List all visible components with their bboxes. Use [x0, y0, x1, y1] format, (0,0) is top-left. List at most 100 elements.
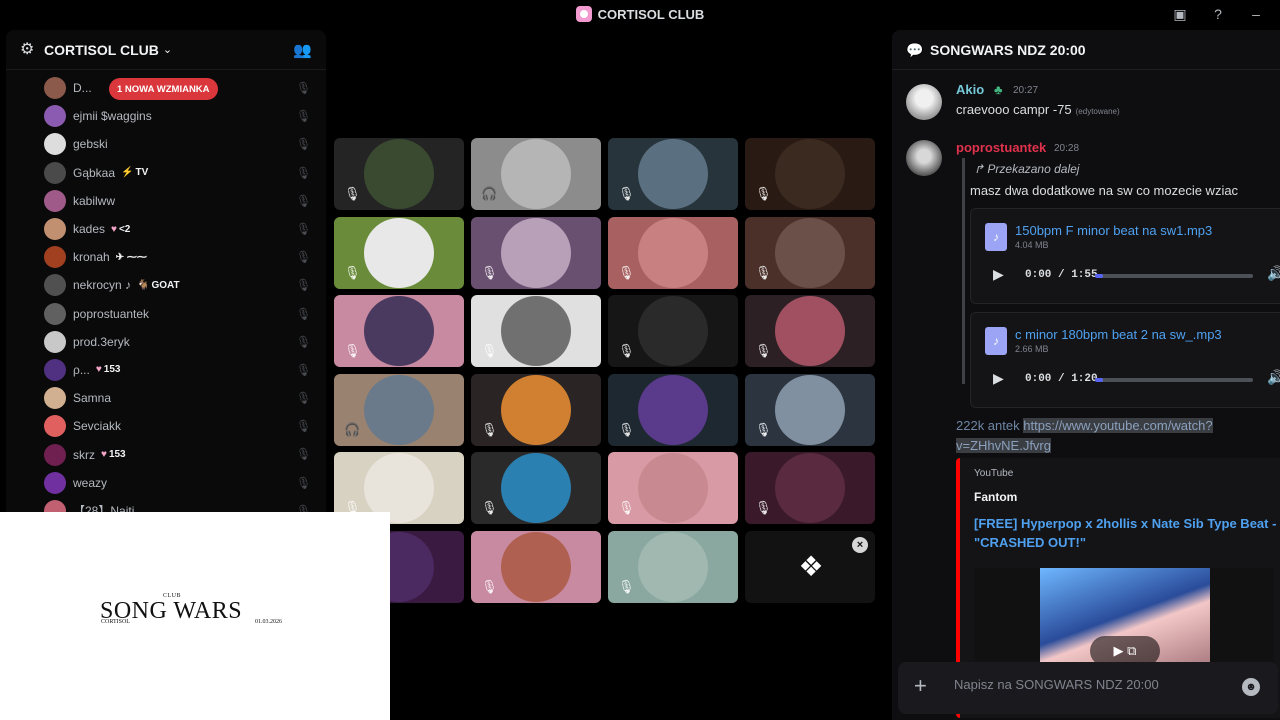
server-name[interactable]: CORTISOL CLUB — [44, 42, 159, 58]
audio-progress[interactable] — [1095, 378, 1253, 382]
help-icon[interactable]: ? — [1210, 6, 1226, 22]
channel-title: SONGWARS NDZ 20:00 — [930, 41, 1086, 58]
avatar[interactable] — [906, 140, 942, 176]
member-name[interactable]: prod.3eryk — [73, 335, 130, 349]
avatar[interactable] — [44, 246, 66, 269]
voice-member[interactable]: gebski 🎙 — [6, 130, 326, 158]
avatar[interactable] — [44, 77, 66, 100]
member-name[interactable]: Sevciakk — [73, 419, 121, 433]
volume-icon[interactable]: 🔊 — [1267, 369, 1280, 386]
gear-icon[interactable]: ⚙ — [20, 41, 36, 58]
audio-progress[interactable] — [1095, 274, 1253, 278]
participant-tile[interactable]: 🎧 — [471, 138, 601, 210]
message-input[interactable] — [954, 677, 1224, 692]
avatar[interactable] — [44, 105, 66, 128]
participant-tile[interactable]: 🎧 — [334, 373, 464, 446]
avatar[interactable] — [44, 415, 66, 438]
embed-title[interactable]: [FREE] Hyperpop x 2hollis x Nate Sib Typ… — [974, 514, 1280, 552]
member-name[interactable]: kronah — [73, 250, 110, 264]
server-header[interactable]: ⚙ CORTISOL CLUB ⌄ 👥 — [6, 30, 326, 70]
embed-author[interactable]: Fantom — [974, 490, 1017, 504]
title-actions: ▣ ? – — [1172, 0, 1280, 28]
emoji-icon[interactable]: ☻ — [1242, 678, 1260, 696]
voice-member[interactable]: Sevciakk 🎙 — [6, 412, 326, 440]
minimize-icon[interactable]: – — [1248, 6, 1264, 22]
participant-tile[interactable]: 🎙 — [745, 138, 875, 210]
member-name[interactable]: Gąbkaa — [73, 166, 115, 180]
avatar[interactable] — [44, 218, 66, 241]
participant-tile[interactable]: 🎙 — [608, 216, 738, 289]
mic-muted-icon: 🎙 — [755, 421, 772, 437]
voice-member[interactable]: nekrocyn ♪ 🐐 GOAT 🎙 — [6, 271, 326, 299]
avatar[interactable] — [906, 84, 942, 120]
avatar[interactable] — [44, 330, 66, 353]
member-name[interactable]: kades — [73, 222, 105, 236]
avatar[interactable] — [44, 161, 66, 184]
member-name[interactable]: Samna — [73, 391, 111, 405]
participant-tile[interactable]: 🎙 — [745, 452, 875, 524]
avatar[interactable] — [44, 274, 66, 297]
message-author[interactable]: poprostuantek — [956, 140, 1046, 155]
participant-tile[interactable]: 🎙 — [471, 373, 601, 446]
play-icon[interactable]: ▶ — [993, 266, 1004, 283]
member-name[interactable]: skrz — [73, 448, 95, 462]
add-attachment-icon[interactable]: + — [914, 674, 934, 698]
participant-tile[interactable]: 🎙 — [334, 138, 464, 210]
participant-tile[interactable]: 🎙 — [471, 452, 601, 524]
member-name[interactable]: gebski — [73, 137, 108, 151]
voice-member[interactable]: kronah ✈ ⁓⁓ 🎙 — [6, 243, 326, 271]
voice-member[interactable]: poprostuantek 🎙 — [6, 300, 326, 328]
voice-member[interactable]: Samna 🎙 — [6, 384, 326, 412]
voice-member[interactable]: kades ♥ <2 🎙 — [6, 215, 326, 243]
voice-member[interactable]: kabilww 🎙 — [6, 187, 326, 215]
file-size: 4.04 MB — [1015, 240, 1049, 250]
new-mention-pill[interactable]: 1 NOWA WZMIANKA — [109, 78, 218, 100]
avatar[interactable] — [44, 189, 66, 212]
member-name[interactable]: D... — [73, 81, 92, 95]
member-name[interactable]: 【28】Naiti — [73, 502, 134, 512]
file-name[interactable]: c minor 180bpm beat 2 na sw_.mp3 — [1015, 327, 1222, 342]
participant-tile[interactable]: 🎙 — [608, 295, 738, 367]
voice-member[interactable]: Gąbkaa ⚡ TV 🎙 — [6, 159, 326, 187]
member-name[interactable]: ejmii $waggins — [73, 109, 152, 123]
avatar[interactable] — [44, 133, 66, 156]
message-author[interactable]: Akio — [956, 82, 984, 97]
voice-member[interactable]: 【28】Naiti 🎙 — [6, 497, 326, 512]
activities-icon[interactable]: ❖ — [795, 551, 827, 583]
participant-tile[interactable]: 🎙 — [471, 295, 601, 367]
participant-tile[interactable]: 🎙 — [334, 295, 464, 367]
avatar[interactable] — [44, 358, 66, 381]
participant-tile[interactable]: 🎙 — [745, 216, 875, 289]
close-icon[interactable]: × — [852, 537, 868, 553]
voice-member[interactable]: skrz ♥ 153 🎙 — [6, 440, 326, 468]
member-name[interactable]: weazy — [73, 476, 107, 490]
avatar[interactable] — [44, 499, 66, 512]
member-name[interactable]: nekrocyn ♪ — [73, 278, 131, 292]
inbox-icon[interactable]: ▣ — [1172, 6, 1188, 22]
add-member-icon[interactable]: 👥 — [293, 41, 312, 59]
play-icon[interactable]: ▶ — [993, 370, 1004, 387]
participant-tile[interactable]: 🎙 — [608, 452, 738, 524]
participant-tile[interactable]: 🎙 — [745, 295, 875, 367]
participant-tile[interactable]: 🎙 — [745, 373, 875, 446]
avatar[interactable] — [44, 387, 66, 410]
voice-member[interactable]: ejmii $waggins 🎙 — [6, 102, 326, 130]
member-name[interactable]: poprostuantek — [73, 307, 149, 321]
voice-member[interactable]: weazy 🎙 — [6, 469, 326, 497]
voice-member[interactable]: ρ... ♥ 153 🎙 — [6, 356, 326, 384]
chevron-down-icon[interactable]: ⌄ — [163, 43, 172, 56]
volume-icon[interactable]: 🔊 — [1267, 265, 1280, 282]
participant-tile[interactable]: 🎙 — [471, 216, 601, 289]
participant-tile[interactable]: 🎙 — [334, 216, 464, 289]
file-name[interactable]: 150bpm F minor beat na sw1.mp3 — [1015, 223, 1212, 238]
avatar[interactable] — [44, 471, 66, 494]
participant-tile[interactable]: 🎙 — [471, 530, 601, 603]
avatar[interactable] — [44, 443, 66, 466]
participant-tile[interactable]: 🎙 — [608, 138, 738, 210]
member-name[interactable]: ρ... — [73, 363, 90, 377]
participant-tile[interactable]: 🎙 — [608, 373, 738, 446]
avatar[interactable] — [44, 302, 66, 325]
member-name[interactable]: kabilww — [73, 194, 115, 208]
participant-tile[interactable]: 🎙 — [608, 530, 738, 603]
voice-member[interactable]: prod.3eryk 🎙 — [6, 328, 326, 356]
